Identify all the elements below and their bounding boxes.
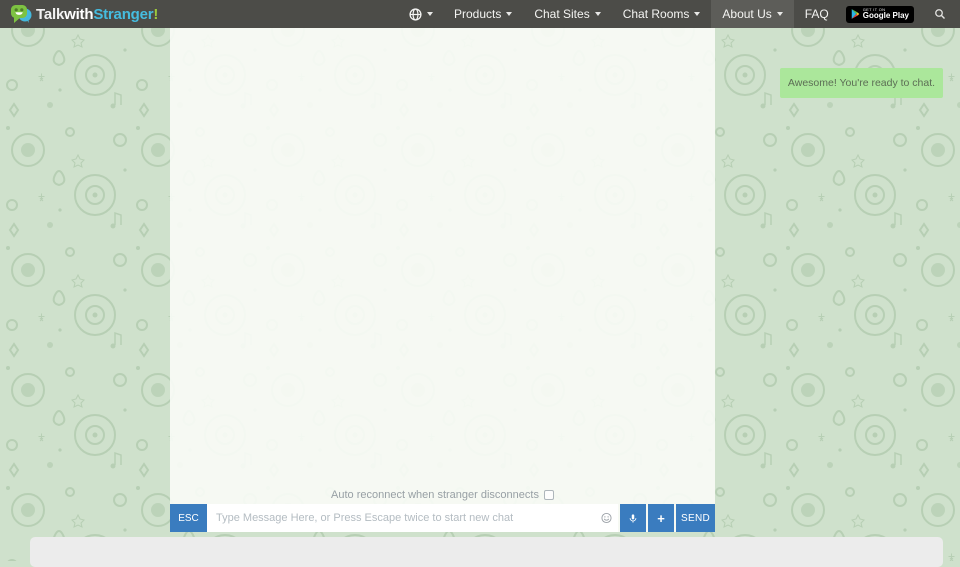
alert-message: Awesome! You're ready to chat. xyxy=(788,77,935,89)
caret-down-icon xyxy=(595,12,601,16)
nav-item-about-us[interactable]: About Us xyxy=(711,0,793,28)
google-play-badge-text: GET IT ON Google Play xyxy=(863,8,909,20)
caret-down-icon xyxy=(777,12,783,16)
google-play-badge[interactable]: GET IT ON Google Play xyxy=(846,6,914,23)
google-play-triangle-icon xyxy=(851,9,860,19)
message-input-wrap xyxy=(207,504,618,532)
site-logo[interactable]: TalkwithStranger! xyxy=(10,3,158,25)
nav-item-label: About Us xyxy=(722,7,771,21)
send-button[interactable]: SEND xyxy=(676,504,715,532)
language-globe-menu[interactable] xyxy=(399,0,443,28)
search-icon xyxy=(934,8,946,20)
auto-reconnect-row: Auto reconnect when stranger disconnects xyxy=(170,487,715,502)
caret-down-icon xyxy=(506,12,512,16)
microphone-button[interactable] xyxy=(620,504,646,532)
logo-wordmark: TalkwithStranger! xyxy=(36,6,158,23)
caret-down-icon xyxy=(694,12,700,16)
emoji-icon[interactable] xyxy=(601,513,612,524)
search-button[interactable] xyxy=(924,8,952,20)
auto-reconnect-label: Auto reconnect when stranger disconnects xyxy=(331,489,539,501)
ready-to-chat-alert: Awesome! You're ready to chat. xyxy=(780,68,943,98)
nav-item-label: Products xyxy=(454,7,501,21)
nav-item-products[interactable]: Products xyxy=(443,0,523,28)
esc-button[interactable]: ESC xyxy=(170,504,207,532)
microphone-icon xyxy=(628,512,638,525)
logo-smiley-bubble-icon xyxy=(10,3,32,25)
caret-down-icon xyxy=(427,12,433,16)
attach-plus-button[interactable]: + xyxy=(648,504,674,532)
message-input[interactable] xyxy=(207,504,618,532)
nav-item-chat-rooms[interactable]: Chat Rooms xyxy=(612,0,712,28)
globe-icon xyxy=(409,8,422,21)
chat-message-area xyxy=(170,28,715,487)
message-input-row: ESC + SEND xyxy=(170,504,715,532)
nav-item-chat-sites[interactable]: Chat Sites xyxy=(523,0,611,28)
nav-menu: Products Chat Sites Chat Rooms About Us … xyxy=(399,0,952,28)
nav-item-faq[interactable]: FAQ xyxy=(794,0,840,28)
top-navbar: TalkwithStranger! Products Chat Sites Ch… xyxy=(0,0,960,28)
nav-item-label: Chat Rooms xyxy=(623,7,690,21)
nav-item-label: FAQ xyxy=(805,7,829,21)
auto-reconnect-checkbox[interactable] xyxy=(544,490,554,500)
chat-panel: Auto reconnect when stranger disconnects… xyxy=(170,28,715,532)
footer-bar xyxy=(30,537,943,567)
nav-item-label: Chat Sites xyxy=(534,7,589,21)
